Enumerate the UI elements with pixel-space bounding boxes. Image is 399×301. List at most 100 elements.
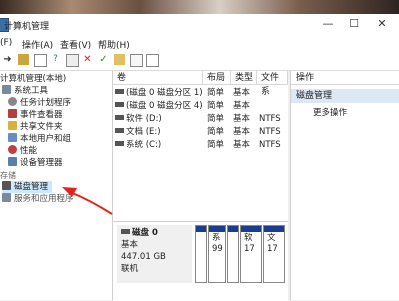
- volume-fs: NTFS: [259, 127, 281, 137]
- drive-icon: [115, 141, 124, 146]
- tree-performance[interactable]: 性能: [8, 145, 37, 157]
- volume-layout: 简单: [207, 127, 225, 137]
- tree-performance-label: 性能: [20, 146, 38, 156]
- column-header-type[interactable]: 类型: [231, 71, 257, 85]
- partition-size: 17: [244, 244, 255, 254]
- help-icon[interactable]: ?: [50, 54, 61, 65]
- volume-list: 卷 布局 类型 文件系 (磁盘 0 磁盘分区 1) 简单 基本 (磁盘 0 磁盘…: [113, 71, 288, 221]
- volume-name: (磁盘 0 磁盘分区 4): [115, 100, 203, 113]
- volume-name-text: 文档 (E:): [126, 127, 161, 137]
- drive-icon: [115, 115, 124, 120]
- tree-system-tools[interactable]: 系统工具: [2, 85, 48, 97]
- volume-name-text: (磁盘 0 磁盘分区 1): [126, 88, 203, 98]
- column-header-volume[interactable]: 卷: [113, 71, 203, 85]
- disk-type: 基本: [121, 240, 139, 250]
- tree-services-label: 服务和应用程序: [14, 194, 74, 204]
- partition-size: 99: [212, 244, 223, 254]
- partition-text: [196, 232, 206, 234]
- close-icon[interactable]: ✕: [372, 16, 392, 32]
- page-icon[interactable]: [130, 54, 143, 67]
- toolbar: ➜ ? ✕ ✓: [0, 51, 399, 71]
- column-header-layout[interactable]: 布局: [203, 71, 231, 85]
- partition-text: [228, 232, 238, 234]
- tools-icon: [2, 85, 11, 94]
- disk-info[interactable]: 磁盘 0 基本 447.01 GB 联机: [117, 225, 192, 283]
- maximize-icon[interactable]: ☐: [344, 16, 364, 32]
- disk-name-line: 磁盘 0: [121, 227, 188, 239]
- shared-folder-icon: [8, 121, 17, 130]
- volume-type: 基本: [233, 101, 251, 111]
- tree-task-scheduler[interactable]: 任务计划程序: [8, 97, 71, 109]
- partition-block[interactable]: 系 99: [208, 225, 226, 283]
- volume-name: (磁盘 0 磁盘分区 1): [115, 87, 203, 100]
- folder-icon[interactable]: [114, 54, 125, 65]
- volume-row[interactable]: (磁盘 0 磁盘分区 1) 简单 基本: [113, 87, 288, 100]
- volume-type: 基本: [233, 127, 251, 137]
- volume-name: 文档 (E:): [115, 126, 161, 139]
- back-icon[interactable]: ➜: [2, 54, 13, 65]
- actions-section-disk-management[interactable]: 磁盘管理: [291, 89, 399, 103]
- tree-root[interactable]: 计算机管理(本地): [0, 73, 66, 85]
- event-viewer-icon: [8, 109, 17, 118]
- menu-file[interactable]: (F): [0, 38, 12, 48]
- check-icon[interactable]: ✓: [98, 54, 109, 65]
- partition-text: 文 17: [264, 232, 284, 256]
- menu-view[interactable]: 查看(V): [60, 38, 91, 51]
- device-manager-icon: [8, 157, 17, 166]
- tree-event-viewer-label: 事件查看器: [20, 110, 63, 120]
- menu-action[interactable]: 操作(A): [22, 38, 53, 51]
- volume-type: 基本: [233, 114, 251, 124]
- navigation-tree: 计算机管理(本地) 系统工具 任务计划程序 事件查看器 共享文件夹 本地用户和组…: [0, 71, 113, 300]
- partition-text: 软 17: [241, 232, 261, 256]
- partition-size: 17: [267, 244, 278, 254]
- tree-storage-label: 存储: [0, 171, 16, 180]
- tree-local-users-label: 本地用户和组: [20, 134, 72, 144]
- volume-row[interactable]: 系统 (C:) 简单 基本 NTFS: [113, 139, 288, 152]
- disk-icon: [2, 181, 11, 190]
- tree-local-users[interactable]: 本地用户和组: [8, 133, 71, 145]
- performance-icon: [8, 145, 17, 154]
- disk-size: 447.01 GB: [121, 252, 166, 262]
- disk-status: 联机: [121, 264, 139, 274]
- partition-label: 软: [244, 233, 253, 243]
- tree-shared-folders-label: 共享文件夹: [20, 122, 63, 132]
- partition-text: 系 99: [209, 232, 225, 256]
- partition-label: 文: [267, 233, 276, 243]
- users-icon: [8, 133, 17, 142]
- column-header-filesystem[interactable]: 文件系: [257, 71, 288, 97]
- volume-layout: 简单: [207, 88, 225, 98]
- tree-device-manager-label: 设备管理器: [20, 158, 63, 168]
- more-actions-link[interactable]: 更多操作: [313, 107, 347, 120]
- volume-name-text: 系统 (C:): [126, 140, 162, 150]
- clock-icon: [8, 97, 17, 106]
- tree-shared-folders[interactable]: 共享文件夹: [8, 121, 63, 133]
- volume-row[interactable]: (磁盘 0 磁盘分区 4) 简单 基本: [113, 100, 288, 113]
- actions-pane: 操作 磁盘管理 更多操作: [290, 71, 399, 300]
- actions-header: 操作: [291, 71, 399, 85]
- partition-block[interactable]: 软 17: [240, 225, 262, 283]
- menu-bar: (F) 操作(A) 查看(V) 帮助(H): [0, 36, 399, 51]
- drive-icon: [115, 89, 124, 94]
- minimize-icon[interactable]: —: [318, 16, 338, 32]
- partition-block[interactable]: [195, 225, 207, 283]
- properties-icon[interactable]: [66, 54, 79, 67]
- partition-block[interactable]: [227, 225, 239, 283]
- disk-graphical-view: 磁盘 0 基本 447.01 GB 联机 系 99 软 17 文 17: [113, 221, 288, 301]
- tree-services[interactable]: 服务和应用程序: [2, 193, 74, 205]
- volume-row[interactable]: 软件 (D:) 简单 基本 NTFS: [113, 113, 288, 126]
- volume-name-text: 软件 (D:): [126, 114, 162, 124]
- services-icon: [2, 193, 11, 202]
- volume-layout: 简单: [207, 140, 225, 150]
- menu-help[interactable]: 帮助(H): [98, 38, 130, 51]
- delete-icon[interactable]: ✕: [82, 54, 93, 65]
- tree-disk-management-label: 磁盘管理: [14, 182, 49, 192]
- volume-row[interactable]: 文档 (E:) 简单 基本 NTFS: [113, 126, 288, 139]
- tree-disk-management[interactable]: 磁盘管理: [2, 181, 53, 193]
- tree-device-manager[interactable]: 设备管理器: [8, 157, 63, 169]
- show-hide-tree-icon[interactable]: [34, 54, 47, 67]
- window-icon[interactable]: [146, 54, 159, 67]
- partition-block[interactable]: 文 17: [263, 225, 285, 283]
- partition-label: 系: [212, 233, 221, 243]
- up-folder-icon[interactable]: [18, 54, 29, 65]
- tree-event-viewer[interactable]: 事件查看器: [8, 109, 63, 121]
